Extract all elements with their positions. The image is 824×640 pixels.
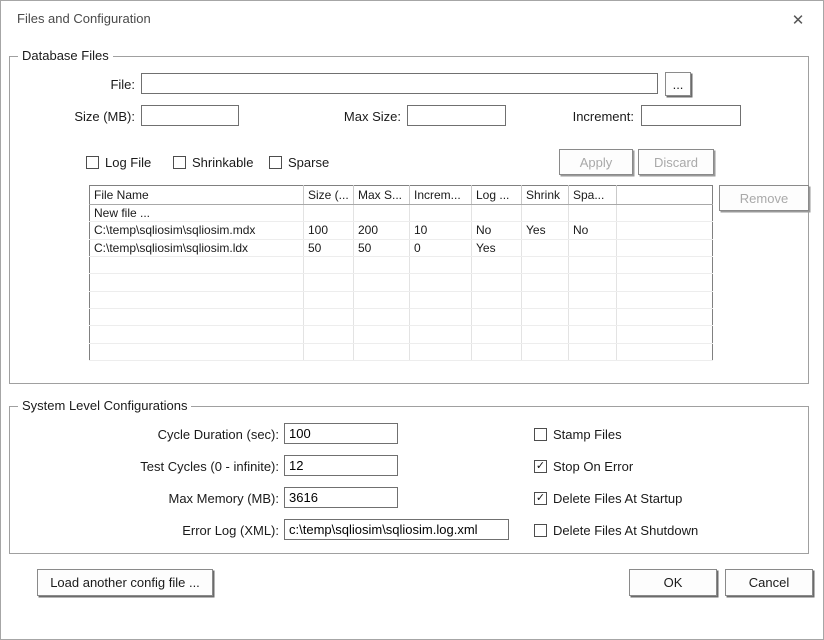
files-and-configuration-dialog: Files and Configuration ✕ Database Files…: [0, 0, 824, 640]
column-header-log[interactable]: Log ...: [472, 186, 522, 205]
browse-button[interactable]: ...: [665, 72, 691, 96]
table-cell[interactable]: [569, 239, 617, 256]
table-row-empty: [90, 256, 713, 273]
files-table-header-row: File Name Size (... Max S... Increm... L…: [90, 186, 713, 205]
table-row-empty: [90, 291, 713, 308]
table-cell[interactable]: 50: [304, 239, 354, 256]
stamp-files-checkbox[interactable]: Stamp Files: [534, 427, 622, 442]
increment-input[interactable]: [641, 105, 741, 126]
delete-files-at-startup-checkbox-box[interactable]: ✓: [534, 492, 547, 505]
table-cell[interactable]: No: [472, 222, 522, 239]
file-label: File:: [9, 77, 135, 92]
table-cell[interactable]: [617, 205, 713, 222]
database-files-group-label: Database Files: [18, 48, 113, 63]
remove-button[interactable]: Remove: [719, 185, 809, 211]
table-row-empty: [90, 274, 713, 291]
table-cell[interactable]: [522, 239, 569, 256]
size-mb-label: Size (MB):: [9, 109, 135, 124]
table-row-new-file[interactable]: New file ...: [90, 205, 713, 222]
column-header-max-size[interactable]: Max S...: [354, 186, 410, 205]
apply-button[interactable]: Apply: [559, 149, 633, 175]
window-title: Files and Configuration: [17, 11, 151, 26]
table-cell[interactable]: 100: [304, 222, 354, 239]
discard-button[interactable]: Discard: [638, 149, 714, 175]
table-row[interactable]: C:\temp\sqliosim\sqliosim.mdx 100 200 10…: [90, 222, 713, 239]
error-log-label: Error Log (XML):: [9, 523, 279, 538]
column-header-increment[interactable]: Increm...: [410, 186, 472, 205]
table-row[interactable]: C:\temp\sqliosim\sqliosim.ldx 50 50 0 Ye…: [90, 239, 713, 256]
stop-on-error-checkbox-box[interactable]: ✓: [534, 460, 547, 473]
table-cell[interactable]: C:\temp\sqliosim\sqliosim.mdx: [90, 222, 304, 239]
cancel-button[interactable]: Cancel: [725, 569, 813, 596]
test-cycles-input[interactable]: [284, 455, 398, 476]
delete-files-at-startup-checkbox-label[interactable]: Delete Files At Startup: [553, 491, 682, 506]
delete-files-at-shutdown-checkbox-label[interactable]: Delete Files At Shutdown: [553, 523, 698, 538]
increment-label: Increment:: [511, 109, 634, 124]
table-cell[interactable]: Yes: [472, 239, 522, 256]
table-cell[interactable]: [304, 205, 354, 222]
system-config-group-label: System Level Configurations: [18, 398, 191, 413]
max-size-label: Max Size:: [281, 109, 401, 124]
title-bar: Files and Configuration ✕: [1, 1, 823, 37]
test-cycles-label: Test Cycles (0 - infinite):: [9, 459, 279, 474]
table-cell[interactable]: [354, 205, 410, 222]
error-log-input[interactable]: [284, 519, 509, 540]
column-header-size[interactable]: Size (...: [304, 186, 354, 205]
column-header-shrink[interactable]: Shrink: [522, 186, 569, 205]
stop-on-error-checkbox[interactable]: ✓ Stop On Error: [534, 459, 633, 474]
table-cell[interactable]: Yes: [522, 222, 569, 239]
ok-button[interactable]: OK: [629, 569, 717, 596]
table-cell[interactable]: No: [569, 222, 617, 239]
max-memory-input[interactable]: [284, 487, 398, 508]
table-cell[interactable]: C:\temp\sqliosim\sqliosim.ldx: [90, 239, 304, 256]
sparse-checkbox-box[interactable]: [269, 156, 282, 169]
table-cell[interactable]: New file ...: [90, 205, 304, 222]
sparse-checkbox[interactable]: Sparse: [269, 155, 329, 170]
cycle-duration-input[interactable]: [284, 423, 398, 444]
column-header-file-name[interactable]: File Name: [90, 186, 304, 205]
stop-on-error-checkbox-label[interactable]: Stop On Error: [553, 459, 633, 474]
stamp-files-checkbox-label[interactable]: Stamp Files: [553, 427, 622, 442]
files-table: File Name Size (... Max S... Increm... L…: [89, 185, 713, 361]
close-icon[interactable]: ✕: [787, 9, 809, 31]
log-file-checkbox-label[interactable]: Log File: [105, 155, 151, 170]
column-header-sparse[interactable]: Spa...: [569, 186, 617, 205]
stamp-files-checkbox-box[interactable]: [534, 428, 547, 441]
max-memory-label: Max Memory (MB):: [9, 491, 279, 506]
table-row-empty: [90, 326, 713, 343]
table-cell[interactable]: 10: [410, 222, 472, 239]
table-cell[interactable]: [472, 205, 522, 222]
file-input[interactable]: [141, 73, 658, 94]
table-row-empty: [90, 308, 713, 325]
table-cell[interactable]: 0: [410, 239, 472, 256]
table-cell[interactable]: [522, 205, 569, 222]
table-cell[interactable]: [569, 205, 617, 222]
table-cell[interactable]: 50: [354, 239, 410, 256]
sparse-checkbox-label[interactable]: Sparse: [288, 155, 329, 170]
table-row-empty: [90, 343, 713, 360]
cycle-duration-label: Cycle Duration (sec):: [9, 427, 279, 442]
shrinkable-checkbox[interactable]: Shrinkable: [173, 155, 253, 170]
table-cell[interactable]: 200: [354, 222, 410, 239]
table-cell[interactable]: [617, 222, 713, 239]
shrinkable-checkbox-box[interactable]: [173, 156, 186, 169]
load-config-button[interactable]: Load another config file ...: [37, 569, 213, 596]
delete-files-at-shutdown-checkbox[interactable]: Delete Files At Shutdown: [534, 523, 698, 538]
size-mb-input[interactable]: [141, 105, 239, 126]
table-cell[interactable]: [410, 205, 472, 222]
delete-files-at-startup-checkbox[interactable]: ✓ Delete Files At Startup: [534, 491, 682, 506]
shrinkable-checkbox-label[interactable]: Shrinkable: [192, 155, 253, 170]
delete-files-at-shutdown-checkbox-box[interactable]: [534, 524, 547, 537]
table-cell[interactable]: [617, 239, 713, 256]
log-file-checkbox[interactable]: Log File: [86, 155, 151, 170]
log-file-checkbox-box[interactable]: [86, 156, 99, 169]
max-size-input[interactable]: [407, 105, 506, 126]
column-header-blank[interactable]: [617, 186, 713, 205]
